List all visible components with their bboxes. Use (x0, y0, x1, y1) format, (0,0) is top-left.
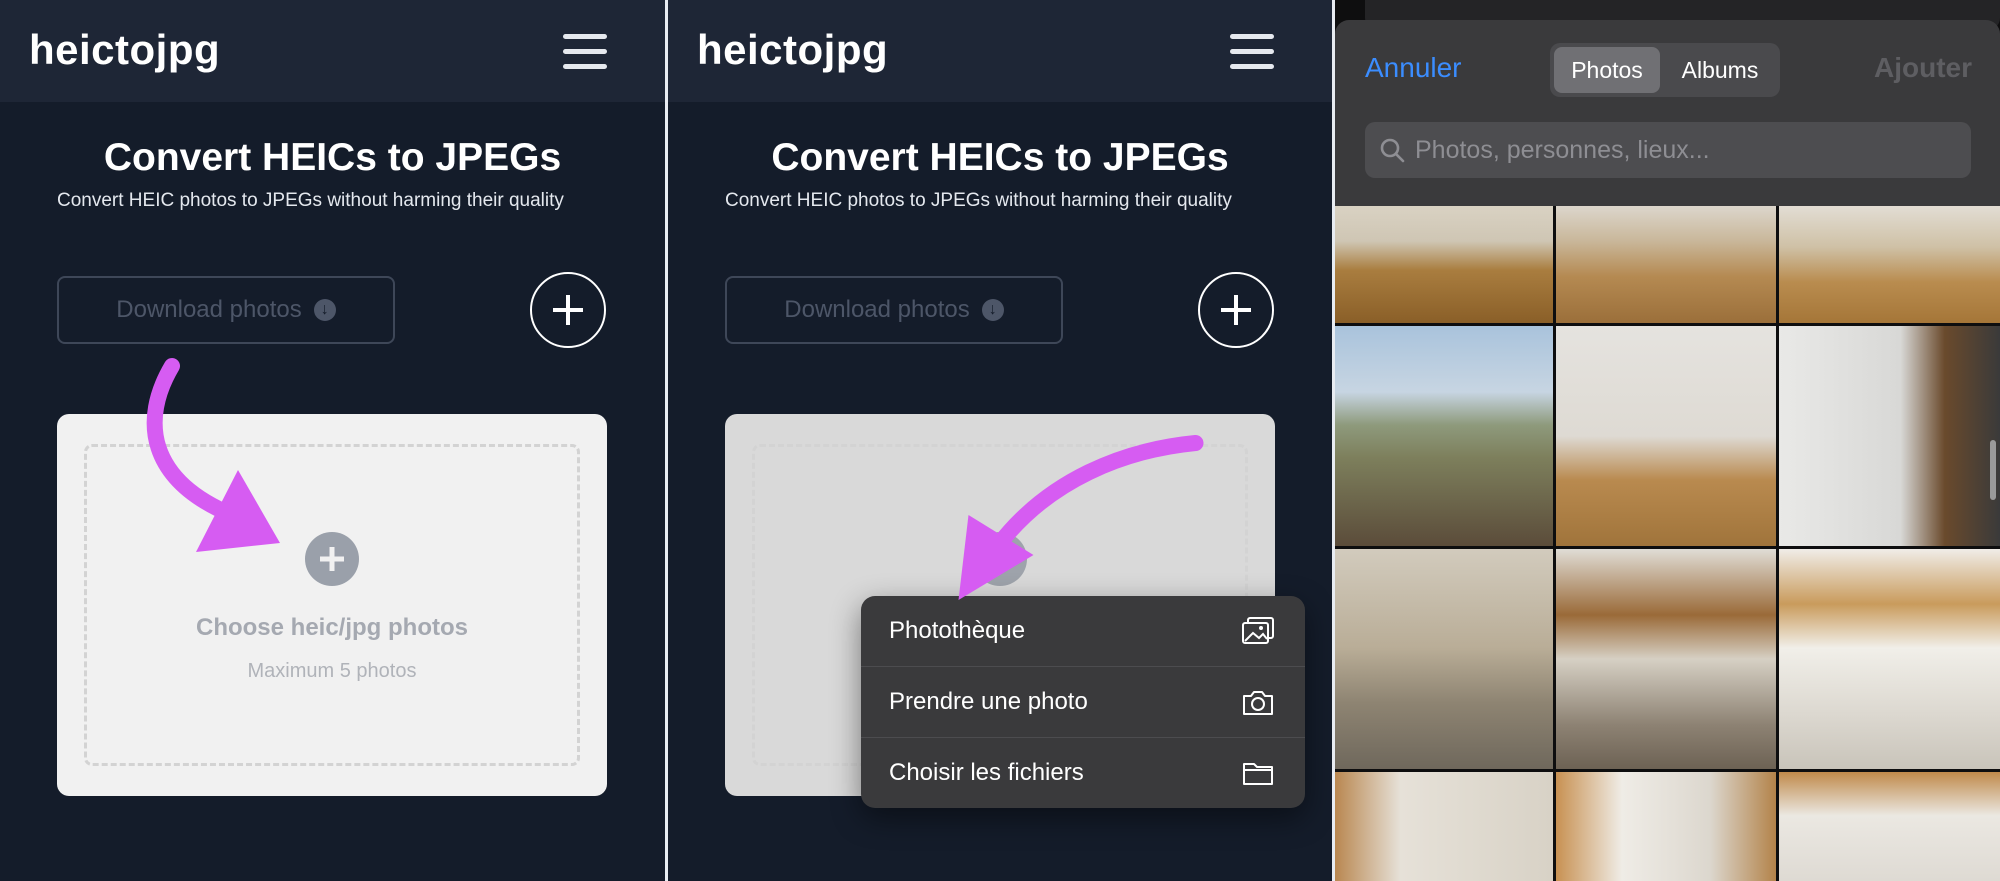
download-photos-button[interactable]: Download photos ↓ (57, 276, 395, 344)
photo-thumbnail[interactable] (1556, 772, 1776, 881)
page-title: Convert HEICs to JPEGs (771, 136, 1229, 179)
picker-tabs: Photos Albums (1550, 43, 1780, 97)
menu-item-take-photo[interactable]: Prendre une photo (861, 667, 1305, 738)
photo-thumbnail[interactable] (1335, 206, 1553, 323)
picker-header: Annuler Photos Albums Ajouter Photos, pe… (1335, 20, 2000, 206)
add-circle-icon[interactable] (305, 532, 359, 586)
photo-grid (1335, 206, 2000, 881)
photo-thumbnail[interactable] (1335, 326, 1553, 546)
app-logo[interactable]: heictojpg (697, 26, 888, 74)
ios-photo-picker: Annuler Photos Albums Ajouter Photos, pe… (1335, 0, 2000, 881)
camera-icon (1243, 691, 1273, 715)
dropzone-title: Choose heic/jpg photos (195, 614, 468, 641)
folder-icon (1243, 763, 1273, 785)
dropzone-border (84, 444, 580, 766)
menu-item-choose-files[interactable]: Choisir les fichiers (861, 738, 1305, 808)
menu-item-photo-library[interactable]: Photothèque (861, 596, 1305, 667)
page-subtitle: Convert HEIC photos to JPEGs without har… (725, 190, 1232, 211)
tab-albums[interactable]: Albums (1664, 47, 1776, 93)
hamburger-menu-icon[interactable] (563, 34, 607, 70)
dropzone-subtitle: Maximum 5 photos (247, 660, 417, 682)
tab-photos[interactable]: Photos (1554, 47, 1660, 93)
web-app-screen-2: heictojpg Convert HEICs to JPEGs Convert… (668, 0, 1332, 881)
file-source-menu: Photothèque Prendre une photo Choisir le… (861, 596, 1305, 808)
scroll-indicator[interactable] (1990, 440, 1996, 500)
photo-thumbnail[interactable] (1335, 772, 1553, 881)
page-subtitle: Convert HEIC photos to JPEGs without har… (57, 190, 564, 211)
photo-thumbnail[interactable] (1779, 549, 2000, 769)
add-photos-button[interactable] (530, 272, 606, 348)
download-button-label: Download photos (784, 296, 970, 323)
header: heictojpg (0, 0, 665, 102)
header: heictojpg (668, 0, 1332, 102)
page-title: Convert HEICs to JPEGs (103, 136, 562, 179)
download-button-label: Download photos (116, 296, 302, 323)
menu-item-label: Prendre une photo (889, 688, 1088, 715)
app-logo[interactable]: heictojpg (29, 26, 220, 74)
cancel-button[interactable]: Annuler (1365, 52, 1462, 84)
search-placeholder: Photos, personnes, lieux... (1415, 135, 1710, 164)
photo-thumbnail[interactable] (1335, 549, 1553, 769)
add-circle-icon[interactable] (973, 532, 1027, 586)
photo-thumbnail[interactable] (1779, 326, 2000, 546)
download-icon: ↓ (981, 299, 1004, 321)
add-button[interactable]: Ajouter (1874, 52, 1972, 84)
photo-library-icon (1242, 617, 1274, 644)
menu-item-label: Choisir les fichiers (889, 759, 1084, 786)
hamburger-menu-icon[interactable] (1230, 34, 1274, 70)
download-photos-button[interactable]: Download photos ↓ (725, 276, 1063, 344)
add-photos-button[interactable] (1198, 272, 1274, 348)
web-app-screen-1: heictojpg Convert HEICs to JPEGs Convert… (0, 0, 665, 881)
menu-item-label: Photothèque (889, 617, 1026, 644)
photo-dropzone[interactable]: Choose heic/jpg photos Maximum 5 photos (57, 414, 607, 796)
download-icon: ↓ (313, 299, 336, 321)
photo-thumbnail[interactable] (1556, 549, 1776, 769)
search-icon (1380, 138, 1405, 163)
photo-thumbnail[interactable] (1779, 772, 2000, 881)
search-field[interactable]: Photos, personnes, lieux... (1365, 122, 1971, 178)
photo-thumbnail[interactable] (1779, 206, 2000, 323)
photo-thumbnail[interactable] (1556, 206, 1776, 323)
photo-thumbnail[interactable] (1556, 326, 1776, 546)
